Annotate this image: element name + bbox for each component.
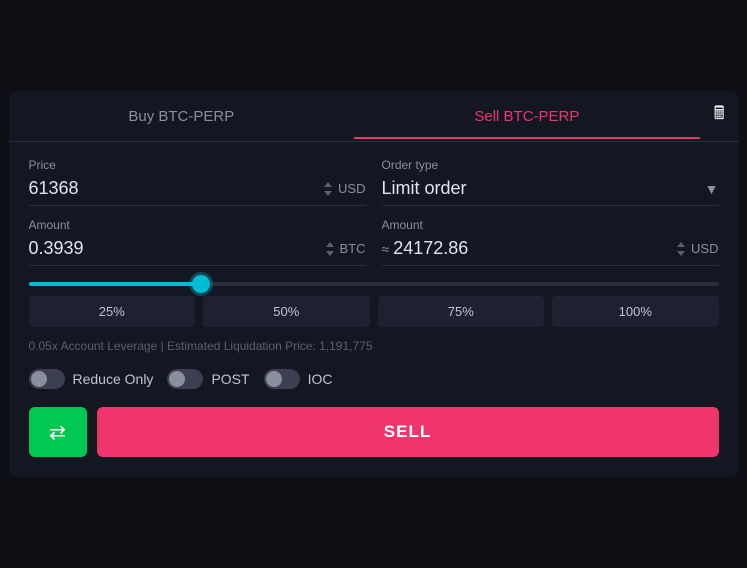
price-label: Price — [29, 158, 366, 172]
chevron-down-icon[interactable]: ▼ — [705, 181, 719, 197]
percent-button-row: 25% 50% 75% 100% — [29, 296, 719, 327]
amount-row: Amount BTC Amount ≈ — [29, 218, 719, 266]
amount-btc-down-arrow[interactable] — [326, 251, 334, 256]
sell-button-label: SELL — [384, 422, 431, 441]
amount-btc-up-arrow[interactable] — [326, 242, 334, 247]
swap-icon: ⇄ — [49, 420, 66, 445]
ioc-knob — [266, 371, 282, 387]
swap-button[interactable]: ⇄ — [29, 407, 87, 457]
post-label: POST — [211, 371, 249, 387]
price-input-wrap: USD — [29, 178, 366, 206]
calculator-button[interactable]: 🖩 — [700, 91, 739, 141]
amount-btc-input[interactable] — [29, 238, 326, 259]
tab-buy[interactable]: Buy BTC-PERP — [9, 94, 355, 139]
order-type-label: Order type — [382, 158, 719, 172]
ioc-label: IOC — [308, 371, 333, 387]
amount-usd-wrap: ≈ USD — [382, 238, 719, 266]
ioc-toggle-group: IOC — [264, 369, 333, 389]
slider-wrap — [29, 282, 719, 286]
amount-btc-unit: BTC — [340, 241, 366, 256]
action-row: ⇄ SELL — [29, 407, 719, 457]
price-field: Price USD — [29, 158, 366, 206]
leverage-info: 0.05x Account Leverage | Estimated Liqui… — [29, 339, 719, 353]
price-input[interactable] — [29, 178, 325, 199]
order-type-field: Order type Limit order ▼ — [382, 158, 719, 206]
price-up-arrow[interactable] — [324, 182, 332, 187]
price-down-arrow[interactable] — [324, 191, 332, 196]
pct-50-button[interactable]: 50% — [203, 296, 370, 327]
pct-75-button[interactable]: 75% — [378, 296, 545, 327]
price-spinner[interactable] — [324, 180, 332, 198]
post-toggle-group: POST — [167, 369, 249, 389]
price-unit: USD — [338, 181, 365, 196]
amount-btc-field: Amount BTC — [29, 218, 366, 266]
reduce-only-toggle-group: Reduce Only — [29, 369, 154, 389]
toggles-row: Reduce Only POST IOC — [29, 369, 719, 389]
reduce-only-knob — [31, 371, 47, 387]
amount-btc-wrap: BTC — [29, 238, 366, 266]
reduce-only-label: Reduce Only — [73, 371, 154, 387]
calculator-icon: 🖩 — [714, 103, 725, 123]
amount-usd-up-arrow[interactable] — [677, 242, 685, 247]
sell-button[interactable]: SELL — [97, 407, 719, 457]
amount-usd-down-arrow[interactable] — [677, 251, 685, 256]
amount-usd-unit: USD — [691, 241, 718, 256]
amount-btc-label: Amount — [29, 218, 366, 232]
post-toggle[interactable] — [167, 369, 203, 389]
amount-usd-input[interactable] — [393, 238, 677, 259]
ioc-toggle[interactable] — [264, 369, 300, 389]
tab-bar: Buy BTC-PERP Sell BTC-PERP 🖩 — [9, 91, 739, 142]
order-type-value: Limit order — [382, 178, 705, 199]
amount-usd-label: Amount — [382, 218, 719, 232]
amount-btc-spinner[interactable] — [326, 240, 334, 258]
order-type-wrap[interactable]: Limit order ▼ — [382, 178, 719, 206]
pct-25-button[interactable]: 25% — [29, 296, 196, 327]
pct-100-button[interactable]: 100% — [552, 296, 719, 327]
approx-symbol: ≈ — [382, 241, 390, 257]
reduce-only-toggle[interactable] — [29, 369, 65, 389]
amount-usd-spinner[interactable] — [677, 240, 685, 258]
panel-body: Price USD Order type Limit order ▼ — [9, 142, 739, 477]
tab-sell[interactable]: Sell BTC-PERP — [354, 94, 700, 139]
post-knob — [169, 371, 185, 387]
trading-panel: Buy BTC-PERP Sell BTC-PERP 🖩 Price USD — [9, 91, 739, 477]
amount-usd-field: Amount ≈ USD — [382, 218, 719, 266]
price-ordertype-row: Price USD Order type Limit order ▼ — [29, 158, 719, 206]
